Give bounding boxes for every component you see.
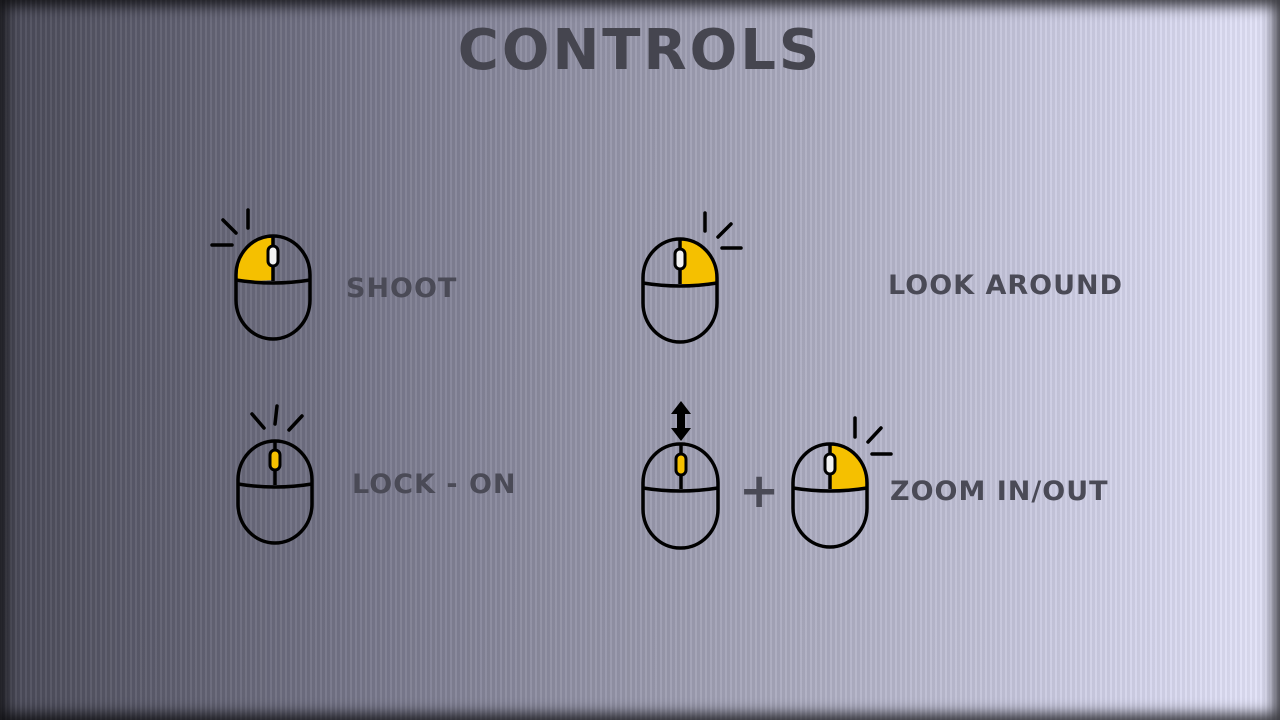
mouse-right-click-icon bbox=[791, 416, 893, 549]
screen-vignette bbox=[0, 0, 1280, 720]
plus-sign: + bbox=[739, 463, 780, 519]
lock-on-label: LOCK - ON bbox=[352, 469, 517, 500]
page-title: CONTROLS bbox=[457, 18, 823, 83]
zoom-in-out-label: ZOOM IN/OUT bbox=[890, 476, 1109, 507]
mouse-right-click-icon bbox=[641, 211, 743, 344]
mouse-left-click-icon bbox=[210, 208, 312, 341]
look-around-label: LOOK AROUND bbox=[888, 270, 1124, 301]
mouse-wheel-click-icon bbox=[236, 404, 314, 545]
background-stripes bbox=[0, 0, 1280, 720]
shoot-label: SHOOT bbox=[346, 273, 458, 304]
mouse-scroll-icon bbox=[641, 401, 720, 550]
